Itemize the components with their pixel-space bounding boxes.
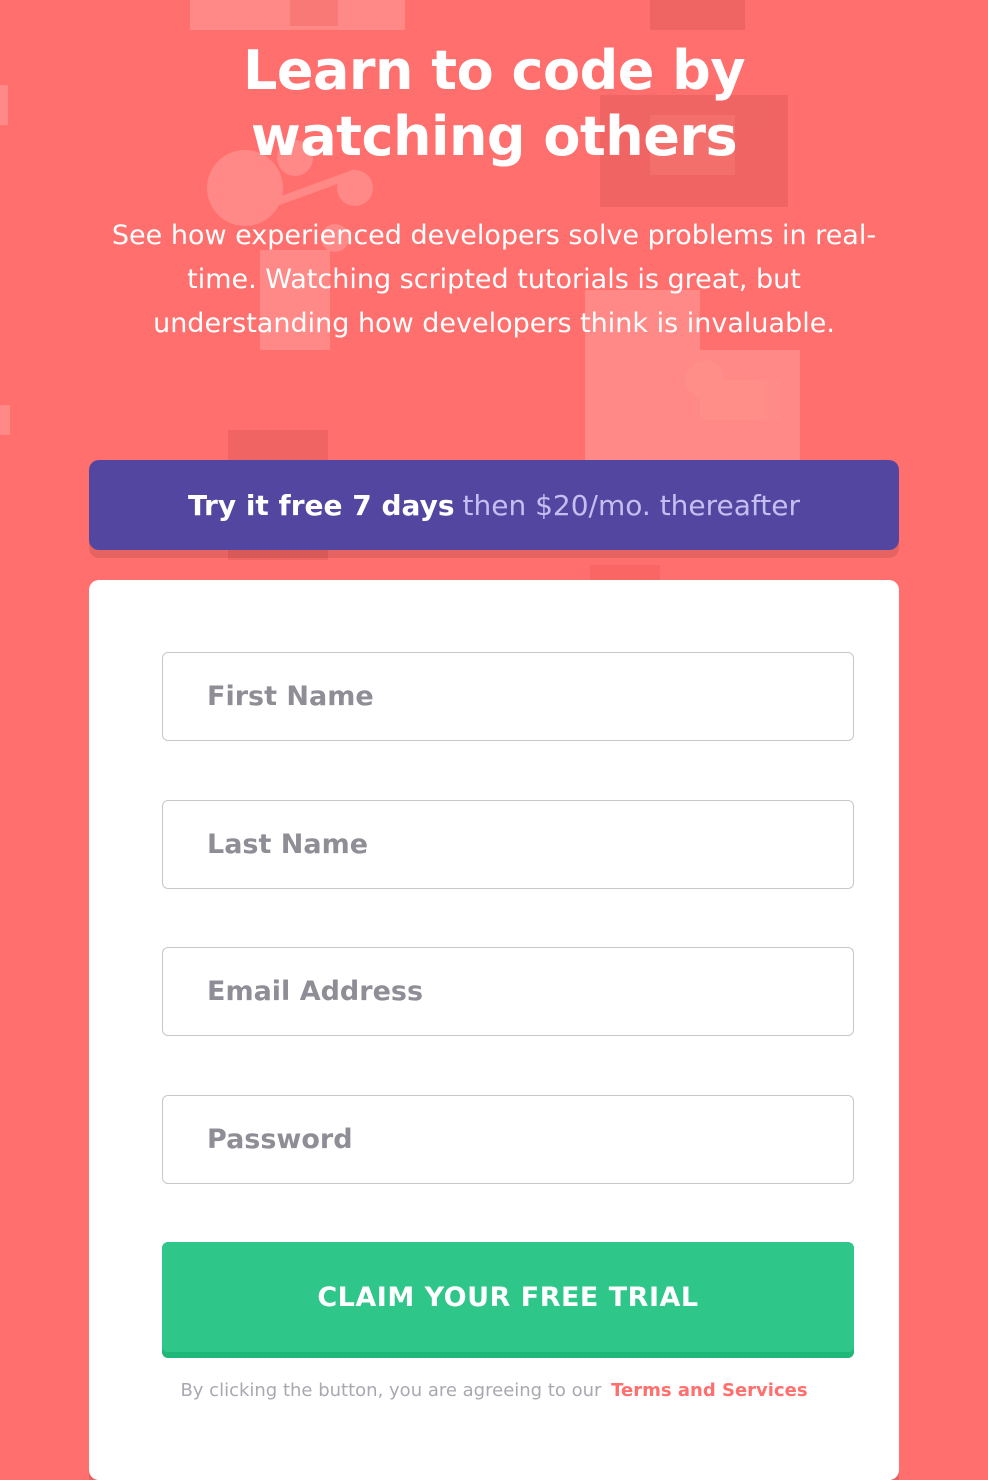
claim-free-trial-button[interactable]: CLAIM YOUR FREE TRIAL xyxy=(162,1242,854,1352)
terms-and-services-link[interactable]: Terms and Services xyxy=(611,1380,807,1401)
terms-notice: By clicking the button, you are agreeing… xyxy=(89,1380,899,1401)
signup-form: CLAIM YOUR FREE TRIAL By clicking the bu… xyxy=(89,580,899,1480)
password-input[interactable] xyxy=(162,1095,854,1184)
first-name-input[interactable] xyxy=(162,652,854,741)
last-name-input[interactable] xyxy=(162,800,854,889)
trial-offer-banner: Try it free 7 days then $20/mo. thereaft… xyxy=(89,460,899,550)
terms-text: By clicking the button, you are agreeing… xyxy=(180,1380,602,1401)
offer-highlight: Try it free 7 days xyxy=(187,488,455,522)
email-input[interactable] xyxy=(162,947,854,1036)
page-title: Learn to code by watching others xyxy=(242,39,746,168)
hero-description: See how experienced developers solve pro… xyxy=(111,220,877,339)
offer-price-text: then $20/mo. thereafter xyxy=(462,488,801,522)
